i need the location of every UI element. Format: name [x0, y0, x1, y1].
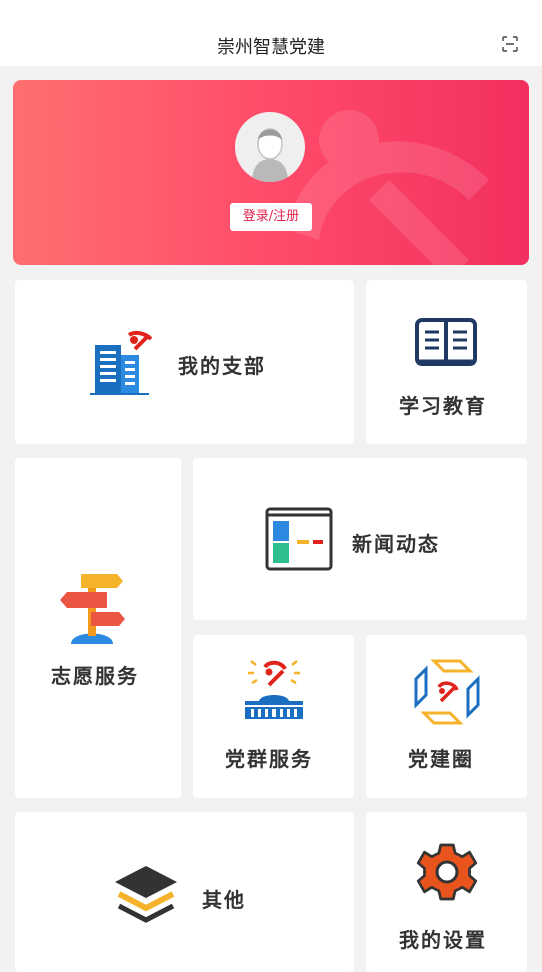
circle-emblem-icon	[414, 659, 480, 725]
app-header: 崇州智慧党建	[0, 0, 542, 66]
login-register-button[interactable]: 登录/注册	[230, 203, 312, 231]
profile-banner: 登录/注册	[13, 80, 529, 265]
tile-label: 党群服务	[225, 747, 313, 771]
tile-label: 学习教育	[399, 394, 487, 418]
user-avatar-icon[interactable]	[235, 112, 305, 182]
tile-circle[interactable]: 党建圈	[366, 635, 527, 798]
open-book-icon	[415, 318, 477, 366]
tile-label: 我的支部	[178, 354, 266, 378]
tile-mass-service[interactable]: 党群服务	[193, 635, 354, 798]
layers-icon	[115, 866, 177, 923]
tile-study[interactable]: 学习教育	[366, 280, 527, 444]
signpost-icon	[60, 574, 125, 644]
tile-label: 新闻动态	[352, 532, 440, 556]
gear-icon	[416, 843, 478, 901]
tile-settings[interactable]: 我的设置	[366, 812, 527, 972]
tile-volunteer[interactable]: 志愿服务	[15, 458, 181, 798]
tile-label: 党建圈	[408, 747, 474, 771]
hall-emblem-icon	[245, 660, 303, 719]
tile-label: 其他	[202, 888, 246, 912]
tile-my-branch[interactable]: 我的支部	[15, 280, 354, 444]
news-window-icon	[265, 507, 333, 571]
building-flag-icon	[90, 330, 153, 395]
tile-news[interactable]: 新闻动态	[193, 458, 527, 620]
page-title: 崇州智慧党建	[217, 37, 325, 58]
tile-label: 志愿服务	[51, 664, 139, 688]
scan-icon[interactable]	[502, 36, 518, 52]
tile-label: 我的设置	[399, 928, 487, 952]
tile-other[interactable]: 其他	[15, 812, 354, 972]
